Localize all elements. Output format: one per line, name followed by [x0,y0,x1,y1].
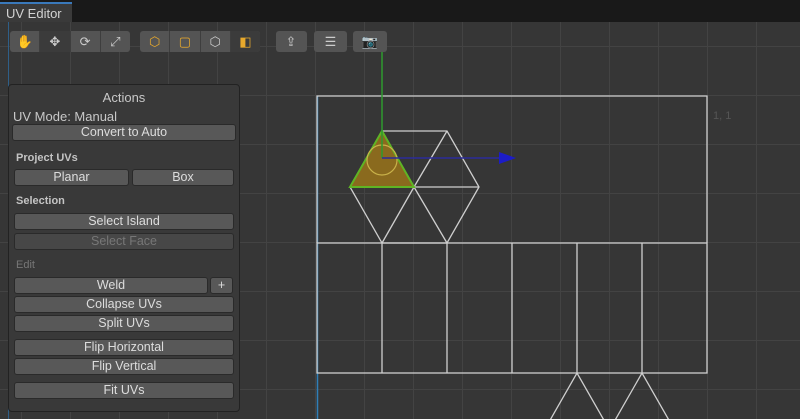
face-select-icon[interactable]: ⬡ [201,31,231,52]
move-icon[interactable]: ✥ [40,31,71,52]
uv-mode-label: UV Mode: Manual [13,109,118,124]
flip-horizontal-button[interactable]: Flip Horizontal [14,339,234,356]
edit-header: Edit [16,259,35,271]
screenshot-icon: 📷 [361,33,379,49]
planar-button[interactable]: Planar [14,169,129,186]
box-button[interactable]: Box [132,169,234,186]
screenshot-button[interactable]: 📷 [353,31,387,52]
select-island-button[interactable]: Select Island [14,213,234,230]
selection-header: Selection [16,195,65,207]
scale-icon[interactable]: ⤢ [101,31,130,52]
coord-label: 1, 1 [713,110,731,122]
collapse-uvs-button[interactable]: Collapse UVs [14,296,234,313]
weld-button[interactable]: Weld [14,277,208,294]
split-uvs-button[interactable]: Split UVs [14,315,234,332]
hand-icon[interactable]: ✋ [10,31,41,52]
flip-vertical-button[interactable]: Flip Vertical [14,358,234,375]
object-select-icon[interactable]: ◧ [230,31,260,52]
select-mode-group: ⬡ ▢ ⬡ ◧ [140,31,260,52]
rotate-icon[interactable]: ⟳ [71,31,101,52]
convert-to-auto-button[interactable]: Convert to Auto [12,124,236,141]
weld-options-button[interactable]: + [210,277,233,294]
select-face-button: Select Face [14,233,234,250]
export-icon: ⇪ [285,33,297,49]
tab-uv-editor[interactable]: UV Editor [0,2,72,22]
tool-group: ✋ ✥ ⟳ ⤢ [10,31,130,52]
edge-select-icon[interactable]: ▢ [170,31,201,52]
actions-panel: Actions UV Mode: Manual Convert to Auto … [8,84,240,412]
texture-settings-button[interactable]: ☰ [314,31,347,52]
vertex-select-icon[interactable]: ⬡ [140,31,171,52]
panel-title: Actions [102,90,146,105]
project-uvs-header: Project UVs [16,152,78,164]
texture-settings-icon: ☰ [324,33,337,49]
export-button[interactable]: ⇪ [276,31,307,52]
tab-bar: UV Editor [0,0,800,22]
fit-uvs-button[interactable]: Fit UVs [14,382,234,399]
